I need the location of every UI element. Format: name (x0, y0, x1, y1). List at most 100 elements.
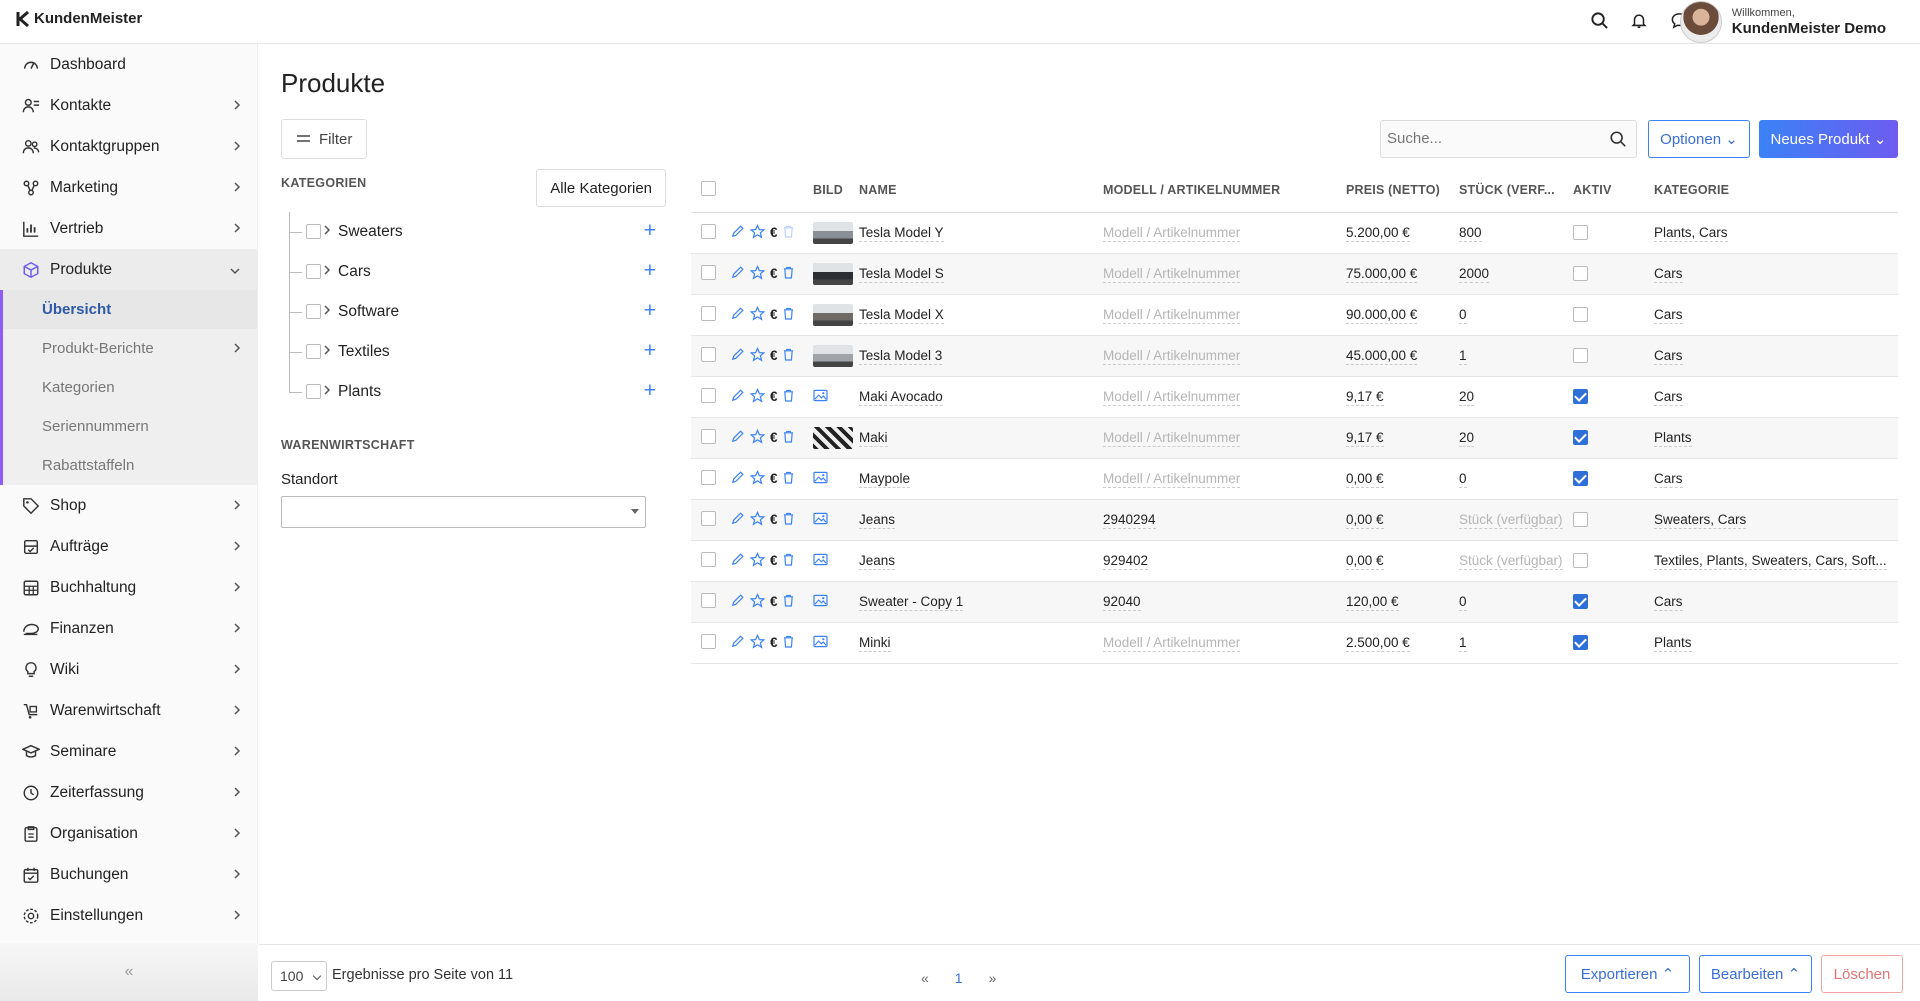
app-logo[interactable]: KundenMeister (16, 10, 142, 27)
euro-icon[interactable]: € (770, 307, 778, 322)
sidebar-item-seminar[interactable]: Seminare (0, 731, 257, 772)
star-icon[interactable] (749, 387, 766, 406)
sidebar-item-contacts[interactable]: Kontakte (0, 85, 257, 126)
product-category[interactable]: Plants, Cars (1654, 225, 1728, 242)
chevron-right-icon[interactable] (323, 343, 331, 359)
product-price[interactable]: 45.000,00 € (1346, 348, 1418, 365)
product-price[interactable]: 120,00 € (1346, 594, 1399, 611)
trash-icon[interactable] (783, 471, 794, 487)
product-price[interactable]: 9,17 € (1346, 430, 1384, 447)
location-select[interactable] (281, 496, 646, 528)
bell-icon[interactable] (1628, 9, 1650, 31)
row-checkbox[interactable] (701, 387, 716, 403)
product-name[interactable]: Minki (859, 635, 891, 652)
table-row[interactable]: € Tesla Model X Modell / Artikelnummer 90.0… (691, 294, 1898, 336)
row-checkbox[interactable] (701, 346, 716, 362)
prev-page-button[interactable]: « (921, 970, 929, 986)
star-icon[interactable] (749, 264, 766, 283)
product-price[interactable]: 75.000,00 € (1346, 266, 1418, 283)
product-thumbnail[interactable] (813, 303, 853, 326)
table-row[interactable]: € Tesla Model 3 Modell / Artikelnummer 45.0… (691, 335, 1898, 377)
star-icon[interactable] (749, 305, 766, 324)
product-stock[interactable]: 20 (1459, 430, 1475, 447)
star-icon[interactable] (749, 592, 766, 611)
all-categories-button[interactable]: Alle Kategorien (536, 169, 666, 207)
sidebar-subitem[interactable]: Übersicht (3, 290, 257, 329)
sidebar-subitem[interactable]: Seriennummern (3, 407, 257, 446)
star-icon[interactable] (749, 551, 766, 570)
sidebar-item-orders[interactable]: Aufträge (0, 526, 257, 567)
select-all-checkbox[interactable] (701, 181, 716, 197)
sidebar-item-dashboard[interactable]: Dashboard (0, 44, 257, 85)
sidebar-subitem[interactable]: Produkt-Berichte (3, 329, 257, 368)
plus-icon[interactable]: + (644, 340, 656, 361)
product-thumbnail[interactable] (813, 344, 853, 367)
active-checkbox[interactable] (1573, 553, 1588, 569)
star-icon[interactable] (749, 510, 766, 529)
product-model[interactable]: Modell / Artikelnummer (1103, 389, 1241, 406)
pencil-edit-icon[interactable] (731, 511, 745, 528)
search-input[interactable] (1387, 130, 1597, 147)
euro-icon[interactable]: € (770, 553, 778, 568)
product-thumbnail[interactable] (813, 426, 853, 449)
active-checkbox[interactable] (1573, 430, 1588, 446)
col-active[interactable]: AKTIV (1573, 169, 1654, 213)
col-price[interactable]: PREIS (NETTO) (1346, 169, 1459, 213)
sidebar-subitem[interactable]: Kategorien (3, 368, 257, 407)
category-item[interactable]: Sweaters + (281, 212, 666, 252)
plus-icon[interactable]: + (644, 220, 656, 241)
trash-icon[interactable] (783, 225, 794, 241)
euro-icon[interactable]: € (770, 348, 778, 363)
product-stock[interactable]: 20 (1459, 389, 1475, 406)
table-row[interactable]: € Sweater - Copy 1 92040 120,00 € 0 Cars (691, 581, 1898, 623)
product-name[interactable]: Tesla Model X (859, 307, 944, 324)
row-checkbox[interactable] (701, 264, 716, 280)
product-category[interactable]: Plants (1654, 635, 1692, 652)
chevron-right-icon[interactable] (323, 303, 331, 319)
col-stock[interactable]: STÜCK (VERF... (1459, 169, 1573, 213)
sidebar-item-calendar[interactable]: Buchungen (0, 854, 257, 895)
sidebar-item-organisation[interactable]: Organisation (0, 813, 257, 854)
trash-icon[interactable] (783, 635, 794, 651)
euro-icon[interactable]: € (770, 635, 778, 650)
product-model[interactable]: Modell / Artikelnummer (1103, 471, 1241, 488)
product-stock[interactable]: 1 (1459, 635, 1467, 652)
sidebar-item-settings-gear[interactable]: Einstellungen (0, 895, 257, 936)
trash-icon[interactable] (783, 553, 794, 569)
pencil-edit-icon[interactable] (731, 306, 745, 323)
row-checkbox[interactable] (701, 223, 716, 239)
row-checkbox[interactable] (701, 510, 716, 526)
col-model[interactable]: MODELL / ARTIKELNUMMER (1103, 169, 1346, 213)
product-stock[interactable]: 0 (1459, 307, 1467, 324)
filter-button[interactable]: Filter (281, 119, 367, 159)
chevron-right-icon[interactable] (323, 223, 331, 239)
row-checkbox[interactable] (701, 633, 716, 649)
active-checkbox[interactable] (1573, 348, 1588, 364)
next-page-button[interactable]: » (989, 970, 997, 986)
star-icon[interactable] (749, 428, 766, 447)
active-checkbox[interactable] (1573, 225, 1588, 241)
product-name[interactable]: Tesla Model S (859, 266, 944, 283)
product-price[interactable]: 9,17 € (1346, 389, 1384, 406)
user-menu[interactable]: Willkommen, KundenMeister Demo (1679, 0, 1886, 44)
image-icon[interactable] (813, 471, 828, 487)
sidebar-collapse-button[interactable]: « (0, 943, 258, 1001)
pencil-edit-icon[interactable] (731, 429, 745, 446)
product-model[interactable]: Modell / Artikelnummer (1103, 307, 1241, 324)
sidebar-item-marketing[interactable]: Marketing (0, 167, 257, 208)
pencil-edit-icon[interactable] (731, 224, 745, 241)
euro-icon[interactable]: € (770, 225, 778, 240)
product-stock[interactable]: 0 (1459, 471, 1467, 488)
product-price[interactable]: 0,00 € (1346, 553, 1384, 570)
category-checkbox[interactable] (306, 304, 321, 319)
table-row[interactable]: € Maypole Modell / Artikelnummer 0,00 € 0 Car… (691, 458, 1898, 500)
product-name[interactable]: Sweater - Copy 1 (859, 594, 964, 611)
chevron-right-icon[interactable] (323, 263, 331, 279)
col-image[interactable]: BILD (813, 169, 859, 213)
trash-icon[interactable] (783, 307, 794, 323)
product-model[interactable]: Modell / Artikelnummer (1103, 635, 1241, 652)
product-name[interactable]: Jeans (859, 553, 896, 570)
trash-icon[interactable] (783, 594, 794, 610)
row-checkbox[interactable] (701, 551, 716, 567)
pencil-edit-icon[interactable] (731, 347, 745, 364)
